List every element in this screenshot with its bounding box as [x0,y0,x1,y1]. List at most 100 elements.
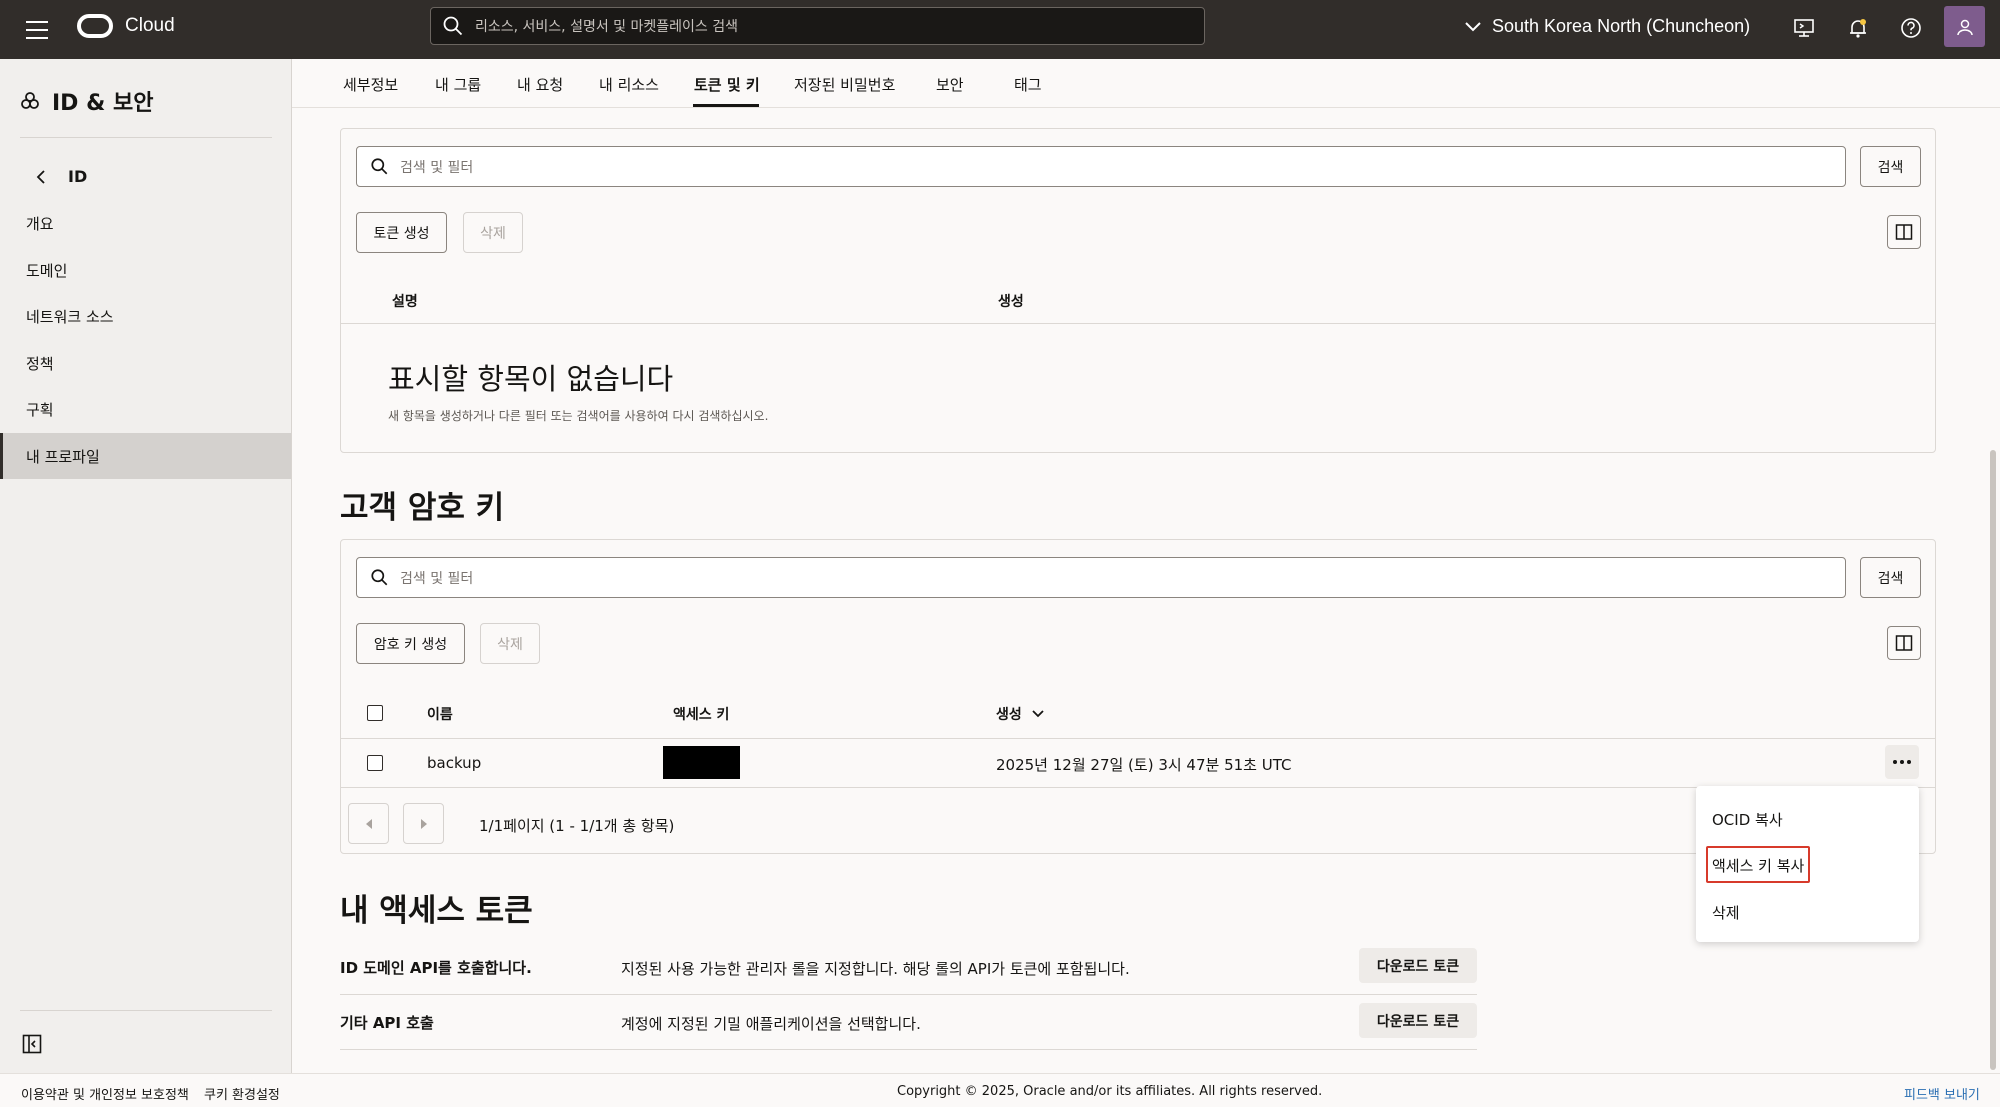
table-header-divider [341,738,1935,739]
region-selector[interactable]: South Korea North (Chuncheon) [1464,16,1750,37]
keys-filter-placeholder: 검색 및 필터 [400,570,474,587]
column-header-name: 이름 [427,707,453,723]
search-icon [371,158,388,175]
sidebar-item-label: 개요 [26,214,54,233]
menu-item-copy-access-key[interactable]: 액세스 키 복사 [1712,855,1804,876]
row-actions-kebab-icon[interactable] [1885,745,1919,779]
tokens-filter-placeholder: 검색 및 필터 [400,159,474,176]
column-settings-button[interactable] [1887,626,1921,660]
tab-my-resources[interactable]: 내 리소스 [599,74,659,95]
pagination-status: 1/1페이지 (1 - 1/1개 총 항목) [479,817,675,835]
tab-bar: 세부정보 내 그룹 내 요청 내 리소스 토큰 및 키 저장된 비밀번호 보안 … [292,59,2000,108]
menu-item-copy-ocid[interactable]: OCID 복사 [1712,809,1783,830]
create-token-button[interactable]: 토큰 생성 [356,212,447,253]
chevron-left-icon [365,818,372,829]
tab-tokens-and-keys[interactable]: 토큰 및 키 [694,74,760,95]
column-header-created[interactable]: 생성 [996,704,1044,724]
column-header-created: 생성 [998,294,1024,310]
empty-state-description: 새 항목을 생성하거나 다른 필터 또는 검색어를 사용하여 다시 검색하십시오… [388,409,769,423]
delete-secret-key-button[interactable]: 삭제 [480,623,540,664]
column-header-created-label: 생성 [996,707,1022,723]
keys-filter-input[interactable]: 검색 및 필터 [356,557,1846,598]
feedback-link[interactable]: 피드백 보내기 [1904,1084,1980,1103]
user-avatar[interactable] [1944,6,1985,47]
sidebar-divider [20,137,272,138]
copyright-text: Copyright © 2025, Oracle and/or its affi… [897,1084,1323,1099]
chevron-down-icon [1465,21,1481,31]
sidebar: ID & 보안 ID 개요 도메인 네트워크 소스 정책 구획 내 프로파일 [0,59,292,1073]
global-search-input[interactable]: 리소스, 서비스, 설명서 및 마켓플레이스 검색 [430,7,1205,45]
row-divider [340,994,1477,995]
download-token-button[interactable]: 다운로드 토큰 [1359,948,1477,983]
columns-icon [1895,635,1913,651]
tab-saved-passwords[interactable]: 저장된 비밀번호 [794,74,895,95]
tab-my-groups[interactable]: 내 그룹 [435,74,481,95]
oracle-cloud-logo[interactable]: Cloud [77,14,175,38]
sidebar-item-my-profile[interactable]: 내 프로파일 [0,433,291,479]
cloud-shell-icon[interactable] [1792,16,1816,40]
token-row-label: ID 도메인 API를 호출합니다. [340,959,532,977]
sidebar-item-policies[interactable]: 정책 [0,340,291,386]
sidebar-item-overview[interactable]: 개요 [0,200,291,246]
token-row-description: 계정에 지정된 기밀 애플리케이션을 선택합니다. [621,1015,921,1033]
keys-search-button[interactable]: 검색 [1860,557,1921,598]
tab-my-requests[interactable]: 내 요청 [517,74,563,95]
sidebar-item-compartments[interactable]: 구획 [0,386,291,432]
page-scrollbar[interactable] [1990,450,1996,1070]
terms-privacy-link[interactable]: 이용약관 및 개인정보 보호정책 [21,1084,189,1103]
key-created-date: 2025년 12월 27일 (토) 3시 47분 51초 UTC [996,756,1292,774]
brand-label: Cloud [125,15,175,36]
sidebar-item-domains[interactable]: 도메인 [0,247,291,293]
sidebar-item-network-sources[interactable]: 네트워크 소스 [0,293,291,339]
table-header-divider [341,323,1935,324]
menu-hamburger-icon[interactable] [24,17,50,43]
token-row-label: 기타 API 호출 [340,1014,434,1032]
search-icon [371,569,388,586]
active-tab-indicator [693,104,759,107]
delete-token-button[interactable]: 삭제 [463,212,523,253]
tokens-search-button[interactable]: 검색 [1860,146,1921,187]
sidebar-item-label: 내 프로파일 [26,447,100,466]
tokens-filter-input[interactable]: 검색 및 필터 [356,146,1846,187]
notification-bell-icon[interactable] [1846,16,1870,40]
tab-tags[interactable]: 태그 [1014,74,1042,95]
sort-descending-icon [1032,710,1044,718]
menu-item-delete[interactable]: 삭제 [1712,902,1740,923]
cookie-preferences-link[interactable]: 쿠키 환경설정 [204,1084,280,1103]
download-token-button[interactable]: 다운로드 토큰 [1359,1003,1477,1038]
row-checkbox[interactable] [367,755,383,771]
search-icon [443,16,463,36]
sidebar-item-label: 네트워크 소스 [26,307,114,326]
tab-details[interactable]: 세부정보 [343,74,398,95]
auth-tokens-panel: 검색 및 필터 검색 토큰 생성 삭제 설명 생성 표시할 항목이 없습니다 새… [340,128,1936,453]
sidebar-back-link[interactable]: ID [36,167,87,186]
collapse-sidebar-icon[interactable] [22,1034,42,1054]
my-access-tokens-title: 내 액세스 토큰 [340,893,533,929]
global-search-placeholder: 리소스, 서비스, 설명서 및 마켓플레이스 검색 [475,19,738,35]
create-secret-key-button[interactable]: 암호 키 생성 [356,623,465,664]
sidebar-item-label: 도메인 [26,261,68,280]
previous-page-button[interactable] [348,803,389,844]
columns-icon [1895,224,1913,240]
top-bar: Cloud 리소스, 서비스, 설명서 및 마켓플레이스 검색 South Ko… [0,0,2000,59]
key-name: backup [427,754,482,772]
sidebar-title-label: ID & 보안 [52,91,154,116]
user-icon [1956,19,1973,35]
column-header-description: 설명 [392,294,418,310]
access-key-redacted [663,746,740,779]
tab-security[interactable]: 보안 [936,74,964,95]
sidebar-title: ID & 보안 [20,85,153,117]
row-actions-menu: OCID 복사 액세스 키 복사 삭제 [1696,786,1919,942]
column-header-access-key: 액세스 키 [673,707,730,723]
help-icon[interactable] [1899,16,1923,40]
region-label: South Korea North (Chuncheon) [1492,16,1751,36]
token-row-description: 지정된 사용 가능한 관리자 롤을 지정합니다. 해당 롤의 API가 토큰에 … [621,960,1130,978]
chevron-left-icon [36,169,45,184]
sidebar-divider [20,1010,272,1011]
next-page-button[interactable] [403,803,444,844]
column-settings-button[interactable] [1887,215,1921,249]
customer-secret-keys-title: 고객 암호 키 [340,490,505,526]
oracle-logo-icon [77,14,113,38]
row-divider [340,1049,1477,1050]
select-all-checkbox[interactable] [367,705,383,721]
